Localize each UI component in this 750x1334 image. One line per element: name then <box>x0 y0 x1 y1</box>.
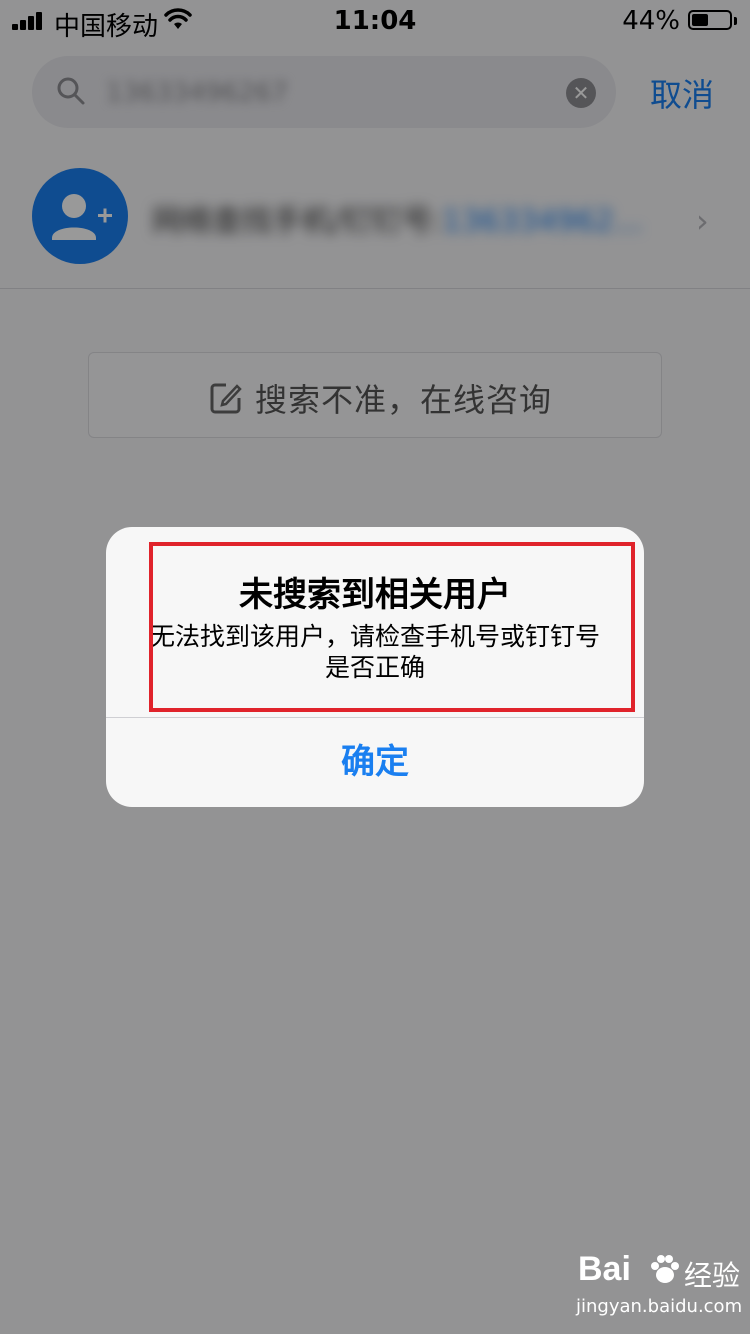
watermark-url: jingyan.baidu.com <box>576 1296 743 1317</box>
watermark-logo-text: Bai <box>578 1250 631 1288</box>
highlight-box <box>149 542 635 712</box>
watermark-jingyan-text: 经验 <box>684 1259 741 1292</box>
paw-icon <box>651 1255 679 1283</box>
confirm-button[interactable]: 确定 <box>106 718 644 807</box>
baidu-jingyan-watermark: Bai 经验 jingyan.baidu.com <box>560 1250 750 1330</box>
